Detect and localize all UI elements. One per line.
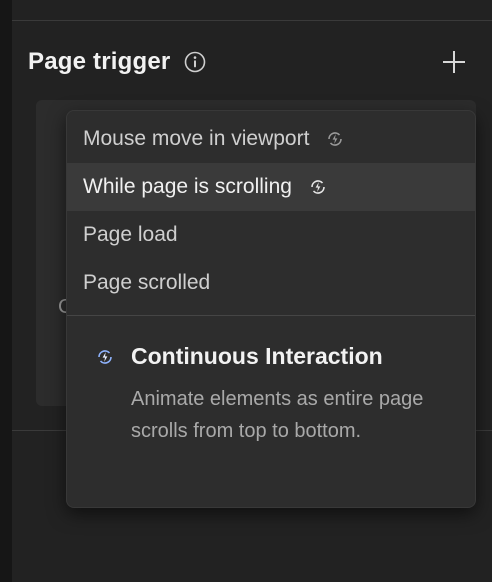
trigger-dropdown-menu: Mouse move in viewport While page is scr…: [66, 110, 476, 508]
menu-item-page-load[interactable]: Page load: [67, 211, 475, 259]
menu-item-label: Page load: [83, 223, 178, 246]
menu-item-mouse-move[interactable]: Mouse move in viewport: [67, 115, 475, 163]
menu-divider: [67, 315, 475, 316]
menu-item-label: While page is scrolling: [83, 175, 292, 198]
add-trigger-icon[interactable]: [440, 48, 468, 76]
menu-item-label: Mouse move in viewport: [83, 127, 310, 150]
section-title: Page trigger: [28, 48, 171, 75]
menu-item-label: Page scrolled: [83, 271, 211, 294]
bolt-cycle-icon: [308, 177, 328, 197]
menu-item-page-scrolled[interactable]: Page scrolled: [67, 259, 475, 307]
bolt-cycle-icon: [95, 347, 115, 367]
info-icon[interactable]: [184, 51, 206, 73]
section-header: Page trigger: [28, 44, 206, 80]
info-title: Continuous Interaction: [131, 343, 383, 369]
menu-item-while-scrolling[interactable]: While page is scrolling: [67, 163, 475, 211]
bolt-cycle-icon: [325, 129, 345, 149]
info-description: Animate elements as entire page scrolls …: [131, 388, 424, 442]
top-divider: [12, 20, 492, 21]
